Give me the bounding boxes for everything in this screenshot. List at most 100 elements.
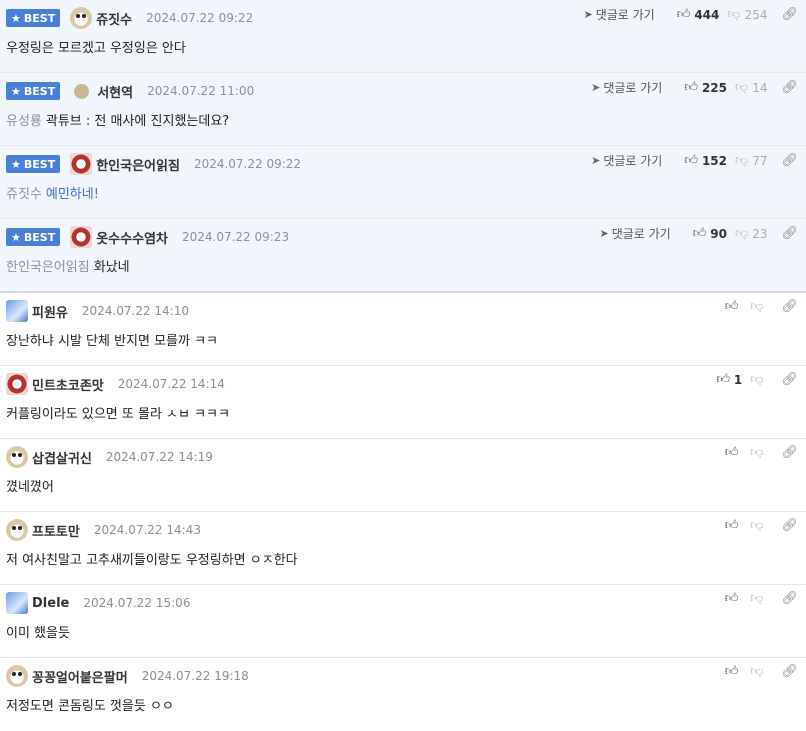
thumbs-up-icon: 👍︎ [724,664,739,679]
downvote-button[interactable]: 👎︎ 23 [735,226,767,241]
comment-body: 유성룡 곽튜브 : 전 매사에 진지했는데요? [6,114,230,129]
star-icon: ★ [11,157,21,171]
nickname[interactable]: 민트초코존맛 [32,375,104,394]
comment-date: 2024.07.22 14:14 [117,377,225,391]
thumbs-up-icon: 👍︎ [724,299,739,314]
link-icon[interactable]: 🔗︎ [781,153,798,168]
comment-list: ★ BEST 쥬짓수 2024.07.22 09:22 ➤ 댓글로 가기 👍︎ 444… [0,0,806,731]
upvote-button[interactable]: 👍︎ 225 [684,80,727,95]
nickname[interactable]: 피원유 [32,302,68,321]
downvote-count: 254 [744,7,768,22]
upvote-button[interactable]: 👍︎ 444 [677,7,720,22]
link-icon[interactable]: 🔗︎ [781,591,798,606]
avatar[interactable] [6,446,28,468]
nickname[interactable]: Dlele [32,596,69,611]
upvote-button[interactable]: 👍︎ [725,299,743,314]
upvote-button[interactable]: 👍︎ 1 [716,372,742,387]
comment-body: 저 여사친말고 고추새끼들이랑도 우정링하면 ㅇㅈ한다 [6,553,298,568]
downvote-button[interactable]: 👎︎ [750,591,767,606]
avatar[interactable] [6,592,28,614]
nickname[interactable]: 한인국은어읽짐 [96,155,180,174]
comment-date: 2024.07.22 14:10 [81,304,189,318]
downvote-button[interactable]: 👎︎ [750,372,767,387]
thumbs-down-icon: 👎︎ [750,372,764,387]
star-icon: ★ [11,11,21,25]
comment-body: 커플링이라도 있으면 또 몰라 ㅅㅂ ㅋㅋㅋ [6,407,230,422]
avatar[interactable] [70,226,93,248]
comment-body: 저정도면 콘돔링도 껏을듯 ㅇㅇ [6,699,174,714]
send-arrow-icon: ➤ [591,154,601,167]
link-icon[interactable]: 🔗︎ [781,445,798,460]
link-icon[interactable]: 🔗︎ [781,664,798,679]
thumbs-down-icon: 👎︎ [735,226,749,241]
avatar[interactable] [6,300,28,322]
avatar[interactable] [6,373,28,395]
avatar[interactable] [74,83,90,99]
reply-to-nickname[interactable]: 한인국은어읽짐 [6,260,90,275]
avatar[interactable] [70,7,93,29]
best-badge: ★ BEST [6,228,61,246]
link-icon[interactable]: 🔗︎ [781,299,798,314]
upvote-button[interactable]: 👍︎ 90 [693,226,727,241]
go-to-comment-link[interactable]: ➤ 댓글로 가기 [583,6,654,23]
reply-to-nickname[interactable]: 유성룡 [6,114,42,129]
upvote-button[interactable]: 👍︎ [725,518,743,533]
link-icon[interactable]: 🔗︎ [781,372,798,387]
downvote-button[interactable]: 👎︎ [750,299,767,314]
thumbs-up-icon: 👍︎ [724,591,739,606]
link-icon[interactable]: 🔗︎ [781,80,798,95]
upvote-count: 444 [694,7,720,22]
avatar[interactable] [70,153,93,175]
thumbs-up-icon: 👍︎ [684,80,698,95]
thumbs-up-icon: 👍︎ [692,226,707,241]
link-icon[interactable]: 🔗︎ [781,7,798,22]
upvote-button[interactable]: 👍︎ 152 [684,153,727,168]
upvote-button[interactable]: 👍︎ [725,445,743,460]
nickname[interactable]: 꽁꽁얼어붙은팔머 [32,667,128,686]
go-to-comment-link[interactable]: ➤ 댓글로 가기 [599,225,670,242]
nickname[interactable]: 서현역 [97,82,133,101]
thumbs-down-icon: 👎︎ [727,7,741,22]
downvote-button[interactable]: 👎︎ [750,664,767,679]
thumbs-up-icon: 👍︎ [724,445,739,460]
downvote-button[interactable]: 👎︎ 77 [735,153,767,168]
downvote-button[interactable]: 👎︎ [750,445,767,460]
star-icon: ★ [11,230,21,244]
best-badge: ★ BEST [6,9,61,27]
comment-date: 2024.07.22 15:06 [83,596,191,610]
avatar[interactable] [6,519,28,541]
nickname[interactable]: 삽겹살귀신 [32,448,92,467]
star-icon: ★ [11,84,21,98]
thumbs-up-icon: 👍︎ [684,153,698,168]
comment-date: 2024.07.22 14:19 [105,450,213,464]
upvote-button[interactable]: 👍︎ [725,591,743,606]
nickname[interactable]: 옷수수수염차 [96,228,168,247]
best-badge: ★ BEST [6,82,61,100]
best-comment: ★ BEST 한인국은어읽짐 2024.07.22 09:22 ➤ 댓글로 가기 👍… [0,146,806,219]
go-to-comment-link[interactable]: ➤ 댓글로 가기 [591,152,662,169]
comment-date: 2024.07.22 19:18 [141,669,249,683]
thumbs-down-icon: 👎︎ [750,591,764,606]
downvote-button[interactable]: 👎︎ [750,518,767,533]
link-icon[interactable]: 🔗︎ [781,518,798,533]
comment-item: 프토토만 2024.07.22 14:43 👍︎ 👎︎ 🔗︎ 저 여사친말고 고… [0,512,806,585]
comment-body: 한인국은어읽짐 화났네 [6,260,130,275]
avatar[interactable] [6,665,28,687]
comment-body: 쥬짓수 예민하네! [6,187,99,202]
comment-item: 꽁꽁얼어붙은팔머 2024.07.22 19:18 👍︎ 👎︎ 🔗︎ 저정도면 … [0,658,806,731]
downvote-button[interactable]: 👎︎ 14 [735,80,767,95]
reply-to-nickname[interactable]: 쥬짓수 [6,187,42,202]
nickname[interactable]: 프토토만 [32,521,80,540]
nickname[interactable]: 쥬짓수 [96,9,132,28]
best-badge: ★ BEST [6,155,61,173]
go-to-comment-link[interactable]: ➤ 댓글로 가기 [591,79,662,96]
comment-item: 민트초코존맛 2024.07.22 14:14 👍︎ 1 👎︎ 🔗︎ 커플링이라도… [0,366,806,439]
downvote-button[interactable]: 👎︎ 254 [727,7,767,22]
link-icon[interactable]: 🔗︎ [781,226,798,241]
thumbs-up-icon: 👍︎ [724,518,739,533]
comment-date: 2024.07.22 14:43 [93,523,201,537]
upvote-button[interactable]: 👍︎ [725,664,743,679]
upvote-count: 225 [701,80,727,95]
send-arrow-icon: ➤ [591,81,601,94]
thumbs-down-icon: 👎︎ [750,299,764,314]
